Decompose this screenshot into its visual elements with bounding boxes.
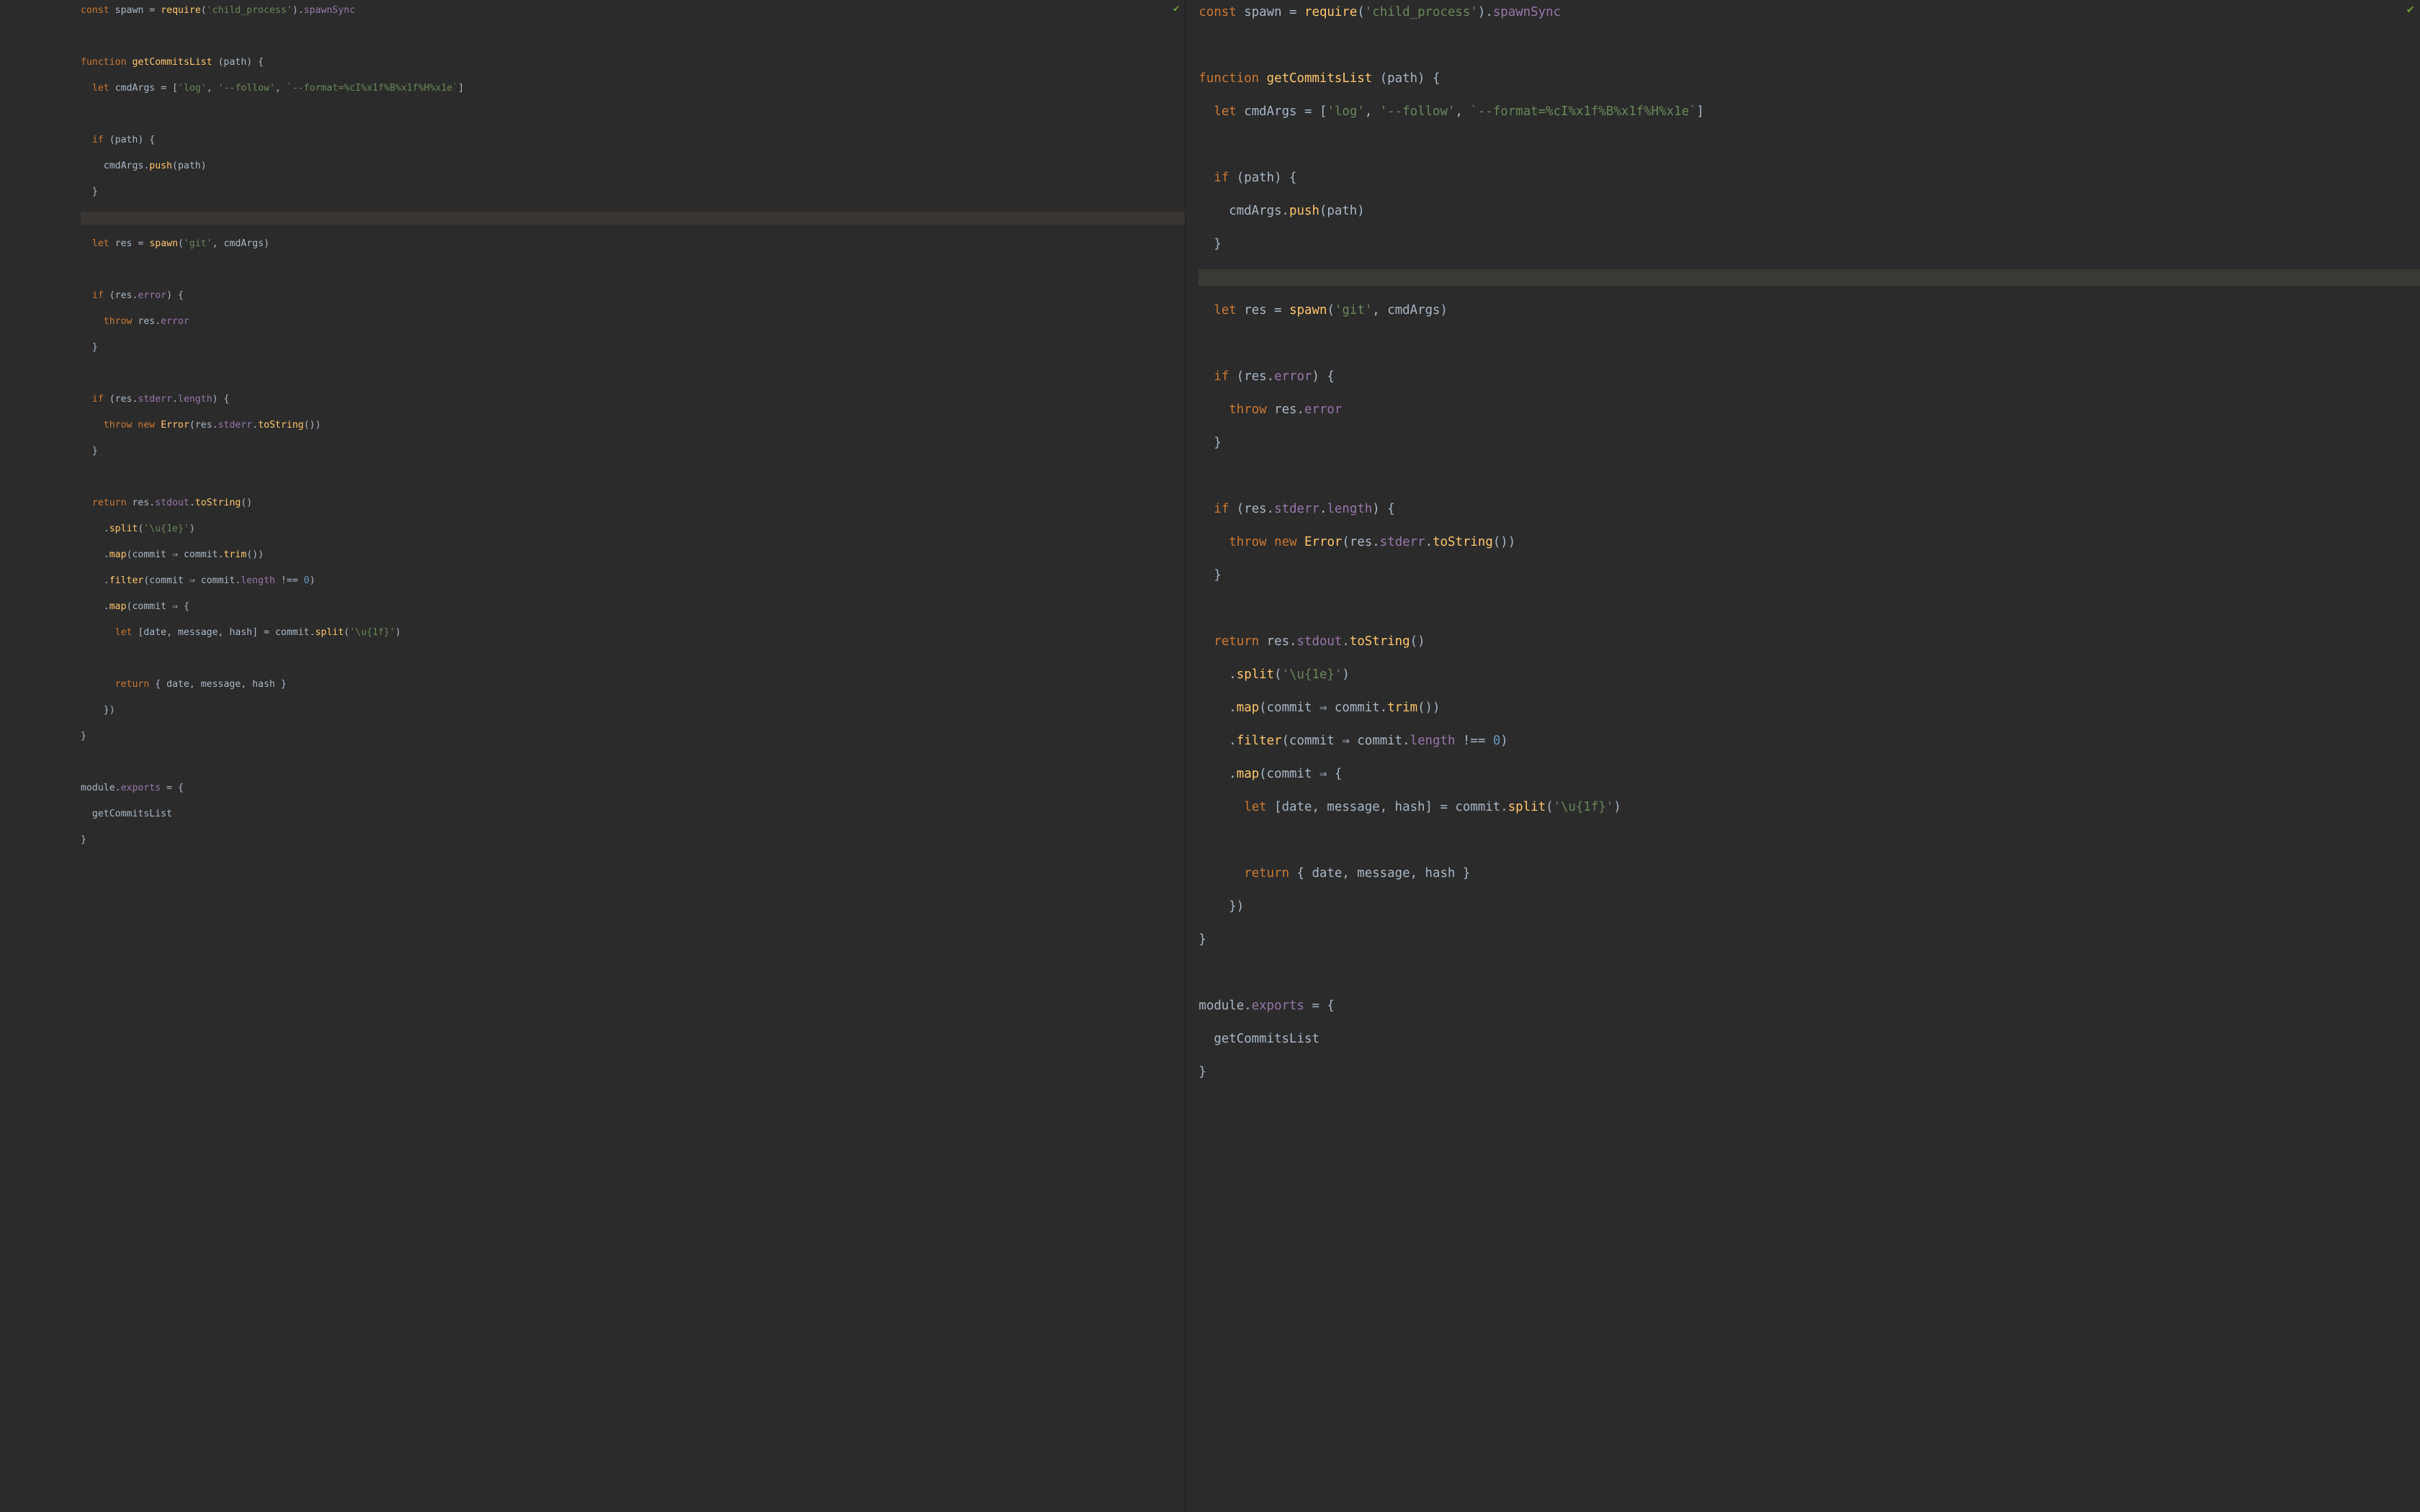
code-line[interactable]: }) bbox=[81, 704, 1185, 717]
code-line[interactable] bbox=[1198, 37, 2420, 54]
code-line[interactable]: let res = spawn('git', cmdArgs) bbox=[81, 238, 1185, 251]
code-line[interactable]: if (res.stderr.length) { bbox=[81, 393, 1185, 406]
code-line[interactable]: let [date, message, hash] = commit.split… bbox=[1198, 799, 2420, 816]
code-line[interactable]: let [date, message, hash] = commit.split… bbox=[81, 626, 1185, 639]
code-line[interactable]: } bbox=[1198, 1064, 2420, 1081]
code-line[interactable]: .split('\u{1e}') bbox=[81, 523, 1185, 536]
code-line[interactable]: .map(commit ⇒ { bbox=[1198, 766, 2420, 783]
diff-pane-right[interactable]: ✔ const spawn = require('child_process')… bbox=[1186, 0, 2420, 1512]
code-line[interactable] bbox=[81, 652, 1185, 665]
code-line[interactable]: .filter(commit ⇒ commit.length !== 0) bbox=[81, 575, 1185, 588]
code-line[interactable]: .map(commit ⇒ commit.trim()) bbox=[1198, 700, 2420, 716]
code-line[interactable]: } bbox=[1198, 236, 2420, 253]
code-line[interactable]: if (path) { bbox=[1198, 170, 2420, 186]
code-line[interactable] bbox=[1198, 468, 2420, 485]
code-line[interactable]: } bbox=[1198, 932, 2420, 948]
code-line[interactable] bbox=[81, 30, 1185, 43]
code-line[interactable]: module.exports = { bbox=[81, 782, 1185, 795]
code-line[interactable]: .split('\u{1e}') bbox=[1198, 667, 2420, 683]
code-line[interactable] bbox=[1198, 832, 2420, 849]
gutter-left[interactable] bbox=[0, 0, 63, 1512]
code-line[interactable]: throw res.error bbox=[81, 315, 1185, 328]
code-line[interactable]: } bbox=[81, 186, 1185, 199]
code-line[interactable]: return { date, message, hash } bbox=[1198, 865, 2420, 882]
code-line[interactable]: function getCommitsList (path) { bbox=[1198, 71, 2420, 87]
code-line[interactable]: } bbox=[81, 341, 1185, 354]
code-line[interactable]: }) bbox=[1198, 899, 2420, 915]
code-line[interactable] bbox=[81, 108, 1185, 121]
code-line[interactable]: let cmdArgs = ['log', '--follow', `--for… bbox=[81, 82, 1185, 95]
code-line[interactable] bbox=[81, 367, 1185, 380]
code-line[interactable]: } bbox=[1198, 435, 2420, 451]
code-line[interactable]: .filter(commit ⇒ commit.length !== 0) bbox=[1198, 733, 2420, 750]
code-line[interactable]: module.exports = { bbox=[1198, 998, 2420, 1014]
code-line[interactable]: throw res.error bbox=[1198, 402, 2420, 418]
code-line[interactable]: } bbox=[81, 834, 1185, 847]
code-line[interactable]: cmdArgs.push(path) bbox=[81, 160, 1185, 173]
code-line[interactable]: .map(commit ⇒ commit.trim()) bbox=[81, 549, 1185, 562]
code-line[interactable] bbox=[81, 264, 1185, 276]
code-line[interactable]: return res.stdout.toString() bbox=[81, 497, 1185, 510]
code-line[interactable]: throw new Error(res.stderr.toString()) bbox=[1198, 534, 2420, 551]
code-line[interactable] bbox=[1198, 600, 2420, 617]
code-line[interactable]: cmdArgs.push(path) bbox=[1198, 203, 2420, 220]
code-line[interactable]: if (res.error) { bbox=[1198, 369, 2420, 385]
code-line[interactable] bbox=[81, 212, 1185, 225]
code-line[interactable]: .map(commit ⇒ { bbox=[81, 600, 1185, 613]
code-line[interactable]: throw new Error(res.stderr.toString()) bbox=[81, 419, 1185, 432]
code-line[interactable]: return { date, message, hash } bbox=[81, 678, 1185, 691]
code-line[interactable] bbox=[1198, 336, 2420, 352]
code-line[interactable] bbox=[81, 756, 1185, 769]
code-line[interactable]: if (path) { bbox=[81, 134, 1185, 147]
code-line[interactable]: getCommitsList bbox=[1198, 1031, 2420, 1048]
code-line[interactable] bbox=[1198, 137, 2420, 153]
code-line[interactable]: let res = spawn('git', cmdArgs) bbox=[1198, 302, 2420, 319]
code-line[interactable]: if (res.stderr.length) { bbox=[1198, 501, 2420, 518]
code-line[interactable]: const spawn = require('child_process').s… bbox=[81, 4, 1185, 17]
code-line[interactable]: } bbox=[81, 730, 1185, 743]
code-line[interactable]: if (res.error) { bbox=[81, 289, 1185, 302]
code-line[interactable]: return res.stdout.toString() bbox=[1198, 634, 2420, 650]
code-line[interactable]: const spawn = require('child_process').s… bbox=[1198, 4, 2420, 21]
code-line[interactable]: } bbox=[1198, 567, 2420, 584]
code-editor-left[interactable]: const spawn = require('child_process').s… bbox=[81, 0, 1185, 888]
code-line[interactable]: getCommitsList bbox=[81, 808, 1185, 821]
accept-change-icon[interactable]: ✔ bbox=[1173, 3, 1179, 14]
code-line[interactable]: function getCommitsList (path) { bbox=[81, 56, 1185, 69]
code-line[interactable] bbox=[1198, 269, 2420, 286]
diff-pane-left[interactable]: ✔ const spawn = require('child_process')… bbox=[0, 0, 1186, 1512]
code-line[interactable] bbox=[81, 471, 1185, 484]
code-editor-right[interactable]: const spawn = require('child_process').s… bbox=[1198, 0, 2420, 1126]
code-line[interactable]: } bbox=[81, 445, 1185, 458]
code-line[interactable] bbox=[1198, 965, 2420, 981]
diff-view: ✔ const spawn = require('child_process')… bbox=[0, 0, 2420, 1512]
code-line[interactable]: let cmdArgs = ['log', '--follow', `--for… bbox=[1198, 104, 2420, 120]
accept-change-icon[interactable]: ✔ bbox=[2407, 2, 2414, 17]
